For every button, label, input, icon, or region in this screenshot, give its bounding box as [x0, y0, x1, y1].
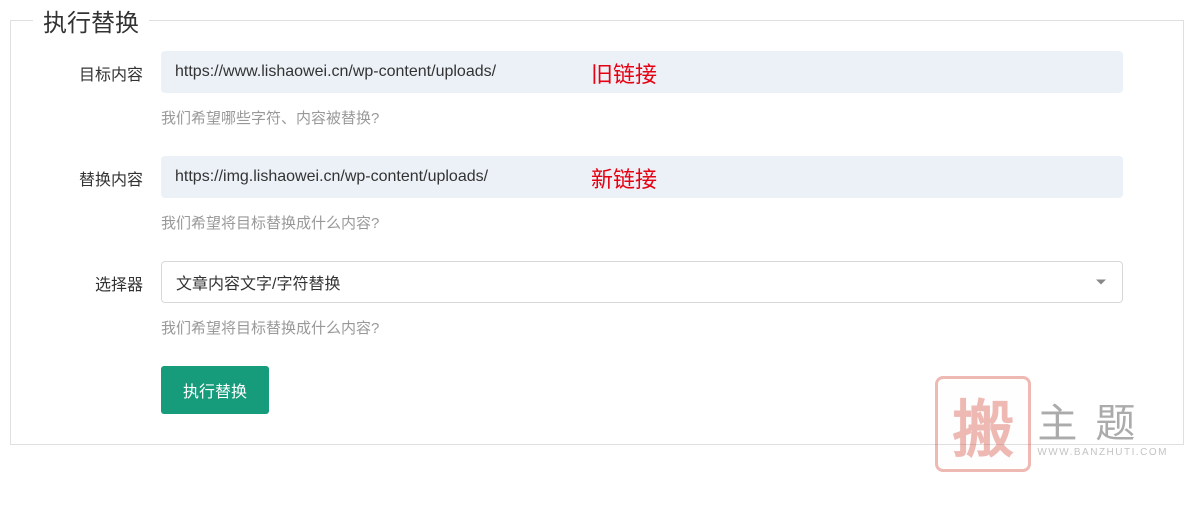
target-content-input[interactable] [161, 51, 1123, 93]
replace-content-help: 我们希望将目标替换成什么内容? [161, 212, 1123, 233]
selector-help: 我们希望将目标替换成什么内容? [161, 317, 1123, 338]
replace-content-input[interactable] [161, 156, 1123, 198]
replace-panel: 执行替换 目标内容 旧链接 我们希望哪些字符、内容被替换? 替换内容 新链接 我… [10, 20, 1184, 445]
target-content-label: 目标内容 [71, 51, 161, 85]
replace-content-row: 替换内容 新链接 我们希望将目标替换成什么内容? [71, 156, 1123, 233]
target-content-help: 我们希望哪些字符、内容被替换? [161, 107, 1123, 128]
selector-label: 选择器 [71, 261, 161, 295]
selector-value: 文章内容文字/字符替换 [176, 270, 340, 294]
selector-control: 文章内容文字/字符替换 我们希望将目标替换成什么内容? [161, 261, 1123, 338]
target-content-control: 旧链接 我们希望哪些字符、内容被替换? [161, 51, 1123, 128]
selector-row: 选择器 文章内容文字/字符替换 我们希望将目标替换成什么内容? [71, 261, 1123, 338]
watermark-sub-text: WWW.BANZHUTI.COM [1037, 447, 1186, 458]
replace-content-control: 新链接 我们希望将目标替换成什么内容? [161, 156, 1123, 233]
execute-replace-button[interactable]: 执行替换 [161, 366, 269, 414]
chevron-down-icon [1096, 280, 1106, 285]
replace-content-label: 替换内容 [71, 156, 161, 190]
submit-row: 执行替换 [71, 366, 1123, 414]
target-content-row: 目标内容 旧链接 我们希望哪些字符、内容被替换? [71, 51, 1123, 128]
selector-dropdown[interactable]: 文章内容文字/字符替换 [161, 261, 1123, 303]
panel-title: 执行替换 [33, 3, 149, 38]
